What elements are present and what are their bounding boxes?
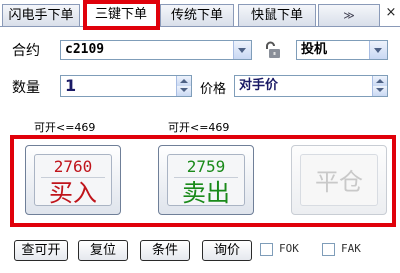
tab-bar-divider [0,26,400,27]
query-available-button[interactable]: 查可开 [14,240,68,261]
tab-quick-mouse-order[interactable]: 快鼠下单 [238,4,316,26]
buy-label: 买入 [49,179,97,207]
chevron-down-icon[interactable] [369,41,387,59]
tab-label: 闪电手下单 [8,8,74,23]
close-icon[interactable]: × [384,6,398,20]
fok-label: FOK [279,242,299,255]
tab-bar: 闪电手下单 三键下单 传统下单 快鼠下单 ≫ × [0,0,400,28]
contract-label: 合约 [12,43,40,59]
price-value: 对手价 [239,78,279,93]
sell-button-face: 2759 卖出 [167,154,245,207]
tab-traditional-order[interactable]: 传统下单 [160,4,234,26]
hedge-type-select[interactable]: 投机 [296,40,388,60]
contract-value: c2109 [65,42,105,57]
double-chevron-down-icon: ≫ [343,9,355,22]
close-position-label: 平仓 [315,168,363,196]
buy-price: 2760 [53,157,93,176]
close-position-face: 平仓 [300,154,378,206]
buy-button[interactable]: 2760 买入 [25,145,121,215]
close-position-button[interactable]: 平仓 [291,145,387,215]
tab-label: 快鼠下单 [250,8,303,23]
quantity-value: 1 [65,76,77,95]
condition-button[interactable]: 条件 [140,240,190,261]
fok-checkbox[interactable] [260,243,273,256]
inquiry-button[interactable]: 询价 [202,240,252,261]
quantity-stepper[interactable]: 1 [60,75,192,97]
sell-label: 卖出 [182,179,230,207]
price-label: 价格 [200,82,227,97]
buy-available-hint: 可开<=469 [34,121,96,134]
tab-overflow-button[interactable]: ≫ [318,4,380,26]
fak-label: FAK [341,242,361,255]
sell-button[interactable]: 2759 卖出 [158,145,254,215]
price-stepper[interactable]: 对手价 [234,75,388,97]
sell-available-hint: 可开<=469 [168,121,230,134]
tab-lightning-order[interactable]: 闪电手下单 [2,4,80,26]
stepper-down-icon[interactable] [372,86,387,96]
stepper-down-icon[interactable] [176,86,191,96]
chevron-down-icon[interactable] [233,41,251,59]
contract-select[interactable]: c2109 [60,40,252,60]
hedge-type-value: 投机 [301,42,328,57]
reset-button[interactable]: 复位 [78,240,128,261]
tab-label: 传统下单 [170,8,223,23]
unlocked-padlock-icon[interactable] [262,40,282,60]
fak-checkbox[interactable] [322,243,335,256]
buy-button-face: 2760 买入 [34,154,112,207]
sell-price: 2759 [186,157,226,176]
quantity-label: 数量 [12,80,40,96]
active-tab-highlight [83,0,160,30]
